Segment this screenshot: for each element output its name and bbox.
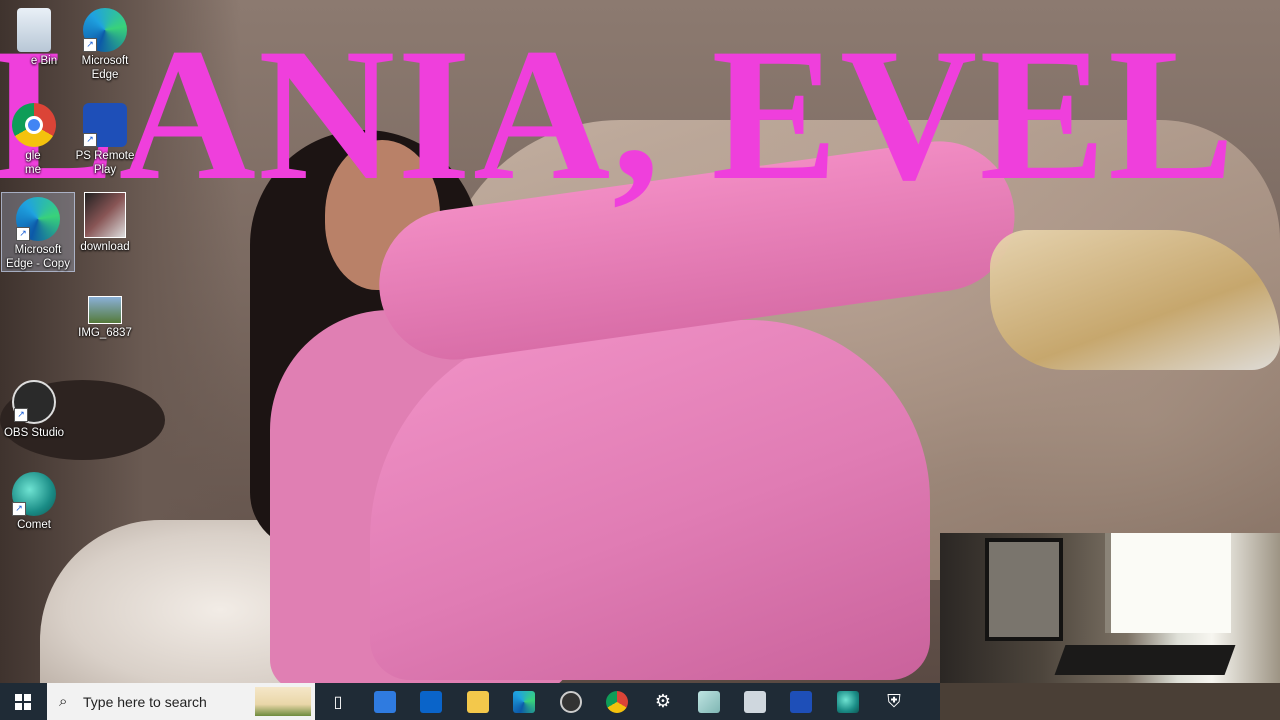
file-explorer-icon [467,690,489,713]
desktop-icon-recycle-bin[interactable]: e Bin [0,4,70,68]
shortcut-arrow-icon: ↗ [83,38,97,52]
taskbar-security-button[interactable]: ⛨ [871,683,917,720]
desktop-icon-label: IMG_6837 [78,327,132,339]
comet-icon [837,690,859,713]
desktop-icon-label: OBS Studio [3,427,65,439]
edge-icon: ↗ [83,8,127,52]
desktop-icon-microsoft-edge-copy[interactable]: ↗ Microsoft Edge - Copy [1,192,75,272]
desktop-icon-label: gle me [25,150,41,176]
taskbar-chrome-button[interactable] [594,683,640,720]
taskbar-edge-button[interactable] [501,683,547,720]
desktop-icon-obs-studio[interactable]: ↗ OBS Studio [0,376,70,440]
desktop-icon-label: Microsoft Edge - Copy [6,244,70,270]
taskbar-ps-remote-play-button[interactable] [778,683,824,720]
desktop-icon-label: download [80,241,130,253]
desktop-icon-label: PS Remote Play [75,150,135,176]
desktop-icon-comet[interactable]: ↗ Comet [0,468,70,532]
windows-logo-icon [15,693,31,710]
webcam-overlay-bottom [940,683,1280,720]
photo-thumbnail-icon [88,296,122,324]
search-highlight-art [255,687,311,716]
obs-icon: ↗ [12,380,56,424]
taskbar-file-explorer-button[interactable] [455,683,501,720]
taskbar-outlook-button[interactable] [408,683,454,720]
edge-icon: ↗ [16,197,60,241]
ps-remote-play-icon [790,690,812,713]
shortcut-arrow-icon: ↗ [16,227,30,241]
shortcut-arrow-icon: ↗ [14,408,28,422]
security-icon: ⛨ [887,691,901,711]
settings-icon: ⚙ [654,691,672,711]
image-thumbnail-icon [84,192,126,238]
webcam-overlay [940,533,1280,683]
ps-remote-play-icon: ↗ [83,103,127,147]
chrome-icon [12,103,56,147]
desktop-icon-download[interactable]: download [69,188,141,254]
search-placeholder: Type here to search [83,694,207,710]
task-view-icon: ▯ [333,693,343,711]
taskbar-search-box[interactable]: ⌕ Type here to search [47,683,315,720]
webcam-monitor [985,538,1063,641]
taskbar-store-button[interactable] [362,683,408,720]
edge-icon [513,690,535,713]
task-view-button[interactable]: ▯ [315,683,361,720]
overlay-title-text: LANIA, EVEL [0,10,1237,220]
desktop-icon-google-chrome[interactable]: gle me [0,99,70,177]
notepad-icon [698,690,720,713]
store-icon [374,690,396,713]
taskbar-settings-button[interactable]: ⚙ [640,683,686,720]
webcam-window [1105,533,1231,633]
taskbar-comet-button[interactable] [825,683,871,720]
shortcut-arrow-icon: ↗ [83,133,97,147]
desktop-icon-img-6837[interactable]: IMG_6837 [69,282,141,340]
chrome-icon [606,690,628,713]
obs-icon [560,690,582,713]
desktop-icon-ps-remote-play[interactable]: ↗ PS Remote Play [69,99,141,177]
taskbar-remote-desktop-button[interactable] [732,683,778,720]
desktop-icon-label: Comet [17,519,51,531]
taskbar-obs-button[interactable] [548,683,594,720]
search-icon: ⌕ [59,693,68,710]
recycle-bin-icon [17,8,51,52]
shortcut-arrow-icon: ↗ [12,502,26,516]
desktop-icon-microsoft-edge[interactable]: ↗ Microsoft Edge [69,4,141,82]
remote-desktop-icon [744,690,766,713]
comet-icon: ↗ [12,472,56,516]
desktop-icon-label: e Bin [30,55,58,67]
wallpaper-person-leg [370,320,930,680]
webcam-keyboard [1054,645,1236,675]
taskbar-notepad-button[interactable] [686,683,732,720]
start-button[interactable] [0,683,46,720]
desktop-icon-label: Microsoft Edge [81,55,129,81]
outlook-icon [420,690,442,713]
